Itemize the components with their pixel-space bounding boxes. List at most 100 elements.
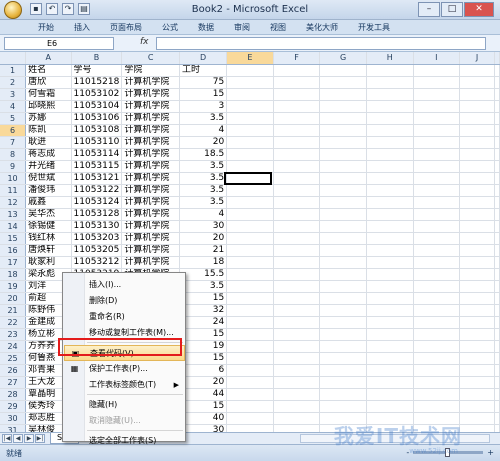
cell[interactable] bbox=[366, 388, 414, 401]
row-header[interactable]: 27 bbox=[0, 376, 27, 389]
maximize-button[interactable]: □ bbox=[441, 2, 463, 17]
cell[interactable]: 计算机学院 bbox=[121, 232, 181, 245]
cell[interactable] bbox=[413, 364, 461, 377]
cell[interactable] bbox=[319, 292, 367, 305]
cell[interactable] bbox=[494, 148, 500, 161]
row-header[interactable]: 16 bbox=[0, 244, 27, 257]
cell[interactable] bbox=[366, 400, 414, 413]
cell[interactable] bbox=[319, 220, 367, 233]
cell[interactable] bbox=[273, 352, 321, 365]
cell[interactable] bbox=[226, 304, 274, 317]
cell[interactable] bbox=[366, 340, 414, 353]
cell[interactable] bbox=[459, 148, 495, 161]
cell[interactable] bbox=[413, 304, 461, 317]
cell[interactable] bbox=[459, 244, 495, 257]
cell[interactable] bbox=[366, 100, 414, 113]
cell[interactable]: 计算机学院 bbox=[121, 100, 181, 113]
cell[interactable] bbox=[319, 340, 367, 353]
cell[interactable] bbox=[319, 328, 367, 341]
context-menu-item[interactable]: ▦ 保护工作表(P)... bbox=[64, 361, 185, 377]
cell[interactable] bbox=[413, 64, 461, 77]
cell[interactable] bbox=[459, 220, 495, 233]
cell[interactable] bbox=[226, 232, 274, 245]
cell[interactable]: 21 bbox=[179, 244, 228, 257]
cell[interactable]: 15.5 bbox=[179, 268, 228, 281]
row-header[interactable]: 22 bbox=[0, 316, 27, 329]
cell[interactable]: 苏娜 bbox=[25, 112, 72, 125]
cell[interactable]: 计算机学院 bbox=[121, 112, 181, 125]
close-button[interactable]: ✕ bbox=[464, 2, 494, 17]
cell[interactable]: 11053203 bbox=[71, 232, 123, 245]
cell[interactable]: 计算机学院 bbox=[121, 184, 181, 197]
cell[interactable] bbox=[226, 88, 274, 101]
row-header[interactable]: 1 bbox=[0, 64, 27, 77]
cell[interactable]: 30 bbox=[179, 424, 228, 432]
cell[interactable] bbox=[494, 100, 500, 113]
cell[interactable] bbox=[413, 280, 461, 293]
cell[interactable] bbox=[273, 364, 321, 377]
context-menu-item[interactable]: 重命名(R) bbox=[64, 309, 185, 325]
cell[interactable]: 工时 bbox=[179, 64, 228, 77]
cell[interactable]: 15 bbox=[179, 400, 228, 413]
row-header[interactable]: 17 bbox=[0, 256, 27, 269]
cell[interactable]: 15 bbox=[179, 352, 228, 365]
row-header[interactable]: 4 bbox=[0, 100, 27, 113]
cell[interactable] bbox=[459, 328, 495, 341]
cell[interactable]: 邱晓熙 bbox=[25, 100, 72, 113]
cell[interactable] bbox=[319, 148, 367, 161]
cell[interactable]: 11053205 bbox=[71, 244, 123, 257]
cell[interactable] bbox=[413, 136, 461, 149]
cell[interactable] bbox=[319, 316, 367, 329]
cell[interactable] bbox=[226, 400, 274, 413]
cell[interactable] bbox=[413, 376, 461, 389]
cell[interactable] bbox=[226, 184, 274, 197]
cell[interactable] bbox=[494, 88, 500, 101]
cell[interactable]: 11053124 bbox=[71, 196, 123, 209]
cell[interactable] bbox=[319, 352, 367, 365]
cell[interactable] bbox=[494, 208, 500, 221]
row-header[interactable]: 11 bbox=[0, 184, 27, 197]
cell[interactable] bbox=[366, 256, 414, 269]
cell[interactable] bbox=[226, 340, 274, 353]
row-header[interactable]: 13 bbox=[0, 208, 27, 221]
cell[interactable]: 11053108 bbox=[71, 124, 123, 137]
cell[interactable] bbox=[494, 112, 500, 125]
cell[interactable] bbox=[273, 304, 321, 317]
cell[interactable] bbox=[413, 400, 461, 413]
cell[interactable] bbox=[319, 232, 367, 245]
cell[interactable]: 3.5 bbox=[179, 160, 228, 173]
cell[interactable]: 计算机学院 bbox=[121, 160, 181, 173]
row-header[interactable]: 8 bbox=[0, 148, 27, 161]
row-header[interactable]: 6 bbox=[0, 124, 27, 137]
cell[interactable] bbox=[366, 88, 414, 101]
cell[interactable] bbox=[273, 160, 321, 173]
cell[interactable]: 4 bbox=[179, 124, 228, 137]
row-header[interactable]: 15 bbox=[0, 232, 27, 245]
cell[interactable] bbox=[459, 280, 495, 293]
cell[interactable] bbox=[459, 352, 495, 365]
row-header[interactable]: 23 bbox=[0, 328, 27, 341]
cell[interactable]: 计算机学院 bbox=[121, 208, 181, 221]
fx-icon[interactable]: fx bbox=[140, 37, 149, 47]
cell[interactable] bbox=[226, 244, 274, 257]
cell[interactable] bbox=[459, 160, 495, 173]
row-header[interactable]: 3 bbox=[0, 88, 27, 101]
cell[interactable] bbox=[226, 268, 274, 281]
cell[interactable]: 陈凯 bbox=[25, 124, 72, 137]
cell[interactable]: 学号 bbox=[71, 64, 123, 77]
ribbon-tab[interactable]: 美化大师 bbox=[296, 20, 348, 34]
cell[interactable]: 计算机学院 bbox=[121, 172, 181, 185]
cell[interactable]: 11053102 bbox=[71, 88, 123, 101]
cell[interactable] bbox=[319, 124, 367, 137]
cell[interactable] bbox=[413, 352, 461, 365]
cell[interactable] bbox=[226, 424, 274, 432]
cell[interactable]: 19 bbox=[179, 340, 228, 353]
column-header[interactable]: H bbox=[366, 52, 414, 65]
context-menu-item[interactable]: ▣ 查看代码(V) bbox=[64, 345, 185, 361]
row-header[interactable]: 28 bbox=[0, 388, 27, 401]
cell[interactable]: 徐锡健 bbox=[25, 220, 72, 233]
cell[interactable] bbox=[273, 196, 321, 209]
cell[interactable] bbox=[366, 316, 414, 329]
cell[interactable] bbox=[413, 220, 461, 233]
cell[interactable] bbox=[494, 244, 500, 257]
